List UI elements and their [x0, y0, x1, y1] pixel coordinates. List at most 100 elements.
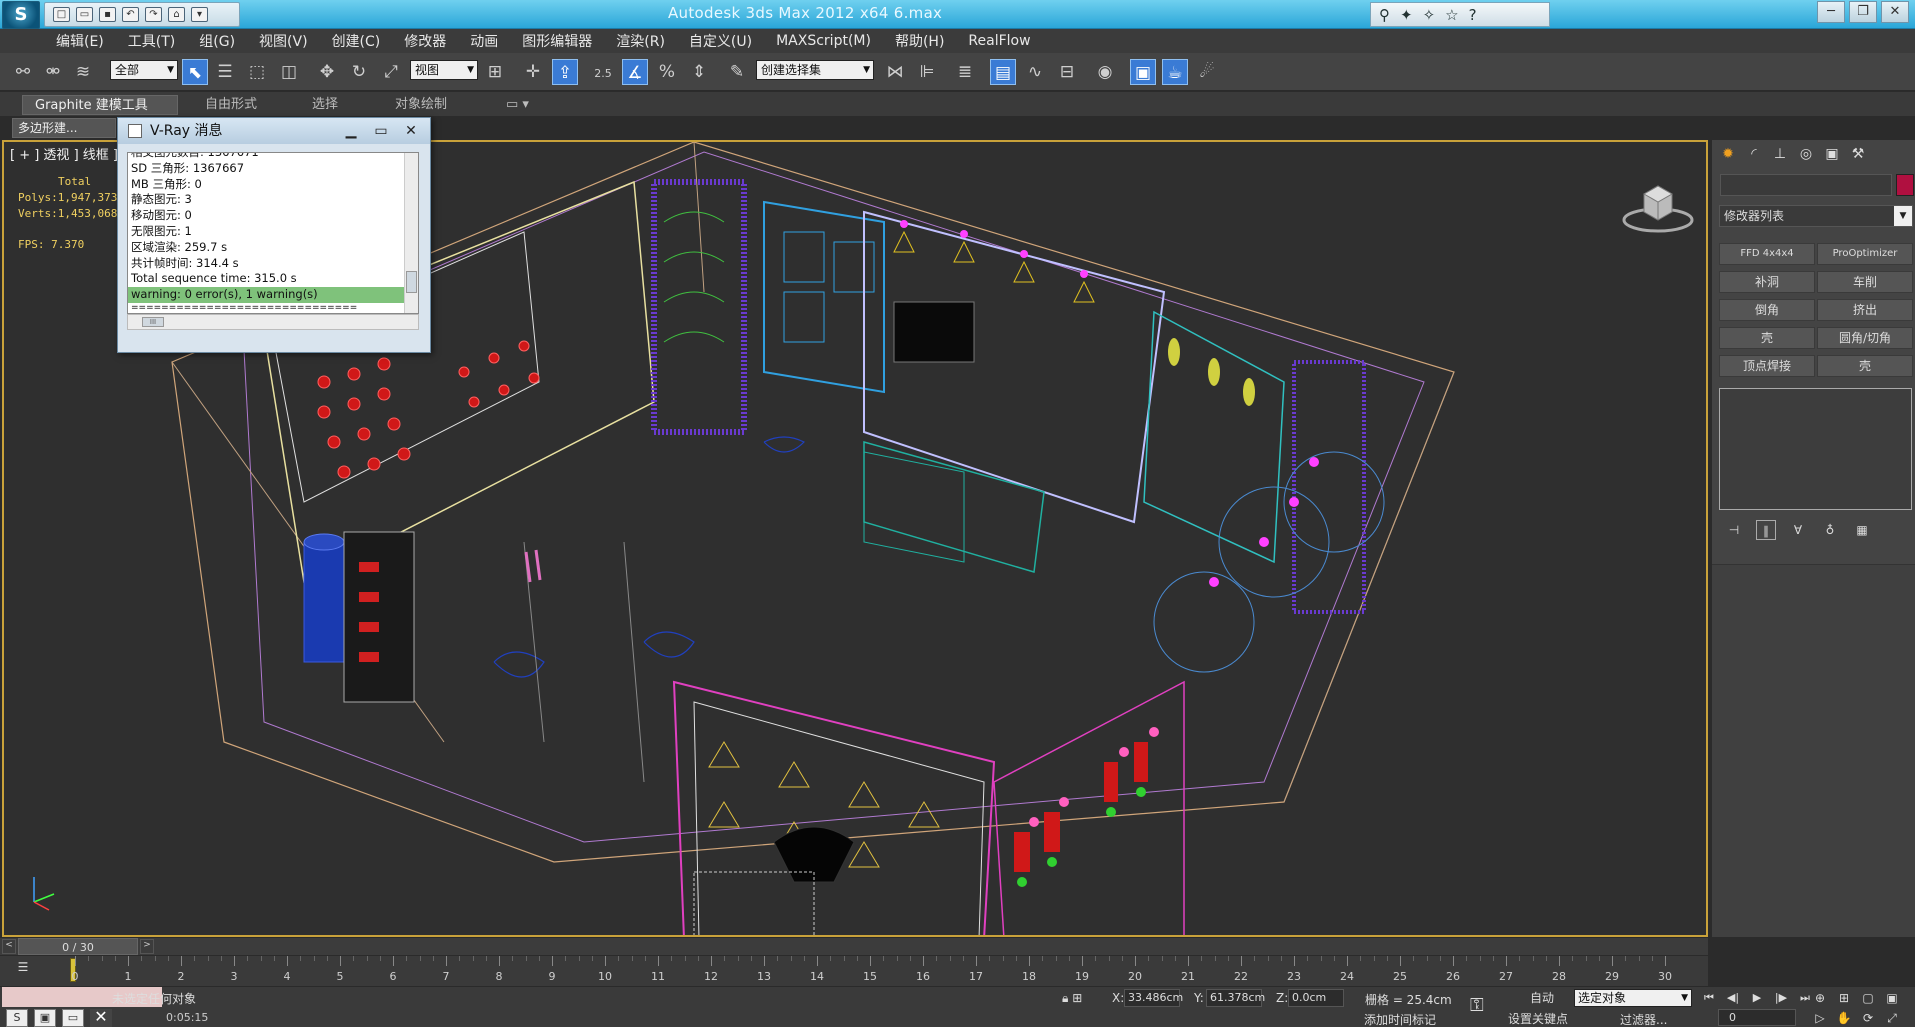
- current-frame-field[interactable]: 0: [1718, 1009, 1796, 1026]
- viewcube-icon[interactable]: [1622, 172, 1694, 234]
- pin-stack-icon[interactable]: ⊣: [1724, 520, 1744, 540]
- snaps-toggle-icon[interactable]: 2.5: [590, 59, 616, 85]
- keyboard-shortcut-toggle-icon[interactable]: ⇪: [552, 59, 578, 85]
- object-name-input[interactable]: [1720, 174, 1892, 196]
- track-bar[interactable]: ☰ 0 1 2 3 4 5 6 7 8 9 10 11 12 13 14 15 16 17 18 19 20 21 22 23…: [0, 956, 1708, 986]
- key-filters-button[interactable]: 过滤器...: [1620, 1011, 1667, 1027]
- vray-maximize-button[interactable]: ▭: [368, 121, 394, 141]
- zoom-extents-all-icon[interactable]: ▣: [1882, 989, 1902, 1007]
- modifier-button[interactable]: 倒角: [1719, 299, 1815, 321]
- modifier-list-dropdown[interactable]: 修改器列表 ▼: [1719, 205, 1913, 227]
- close-icon[interactable]: ✕: [90, 1008, 112, 1027]
- create-tab-icon[interactable]: ✹: [1718, 144, 1738, 164]
- set-key-icon[interactable]: ⚿: [1470, 995, 1484, 1016]
- menu-customize[interactable]: 自定义(U): [689, 31, 752, 51]
- menu-help[interactable]: 帮助(H): [895, 31, 944, 51]
- y-coordinate-field[interactable]: 61.378cm: [1206, 989, 1265, 1007]
- material-editor-icon[interactable]: ◉: [1092, 59, 1118, 85]
- vray-hscroll-thumb[interactable]: III: [142, 317, 164, 327]
- menu-create[interactable]: 创建(C): [332, 31, 381, 51]
- graphite-toggle-icon[interactable]: ▤: [990, 59, 1016, 85]
- field-of-view-icon[interactable]: ▷: [1810, 1009, 1830, 1027]
- select-rotate-icon[interactable]: ↻: [346, 59, 372, 85]
- tab-graphite-modeling[interactable]: Graphite 建模工具: [22, 95, 178, 115]
- pan-icon[interactable]: ✋: [1834, 1009, 1854, 1027]
- menu-tools[interactable]: 工具(T): [128, 31, 175, 51]
- schematic-view-icon[interactable]: ⊟: [1054, 59, 1080, 85]
- next-frame-icon[interactable]: >: [140, 939, 154, 954]
- app-logo-icon[interactable]: S: [2, 1, 40, 29]
- unlink-icon[interactable]: ⚮: [40, 59, 66, 85]
- next-frame-icon[interactable]: |▶: [1772, 989, 1790, 1007]
- bind-spacewarp-icon[interactable]: ≋: [70, 59, 96, 85]
- hierarchy-tab-icon[interactable]: ⊥: [1770, 144, 1790, 164]
- close-button[interactable]: ✕: [1881, 1, 1909, 23]
- menu-views[interactable]: 视图(V): [259, 31, 308, 51]
- communication-icon[interactable]: ✦: [1400, 6, 1413, 24]
- modifier-button[interactable]: 壳: [1817, 355, 1913, 377]
- mini-curve-editor-icon[interactable]: ☰: [12, 960, 34, 978]
- time-slider-thumb[interactable]: 0 / 30: [18, 938, 138, 955]
- modifier-button[interactable]: 壳: [1719, 327, 1815, 349]
- menu-animation[interactable]: 动画: [470, 31, 498, 51]
- project-folder-icon[interactable]: ⌂: [168, 7, 185, 22]
- menu-realflow[interactable]: RealFlow: [968, 33, 1030, 49]
- goto-start-icon[interactable]: ⏮: [1700, 989, 1718, 1007]
- layer-manager-icon[interactable]: ≣: [952, 59, 978, 85]
- window-crossing-icon[interactable]: ◫: [276, 59, 302, 85]
- modifier-button[interactable]: 圆角/切角: [1817, 327, 1913, 349]
- z-coordinate-field[interactable]: 0.0cm: [1288, 989, 1344, 1007]
- tab-selection[interactable]: 选择: [300, 95, 350, 115]
- menu-modifiers[interactable]: 修改器: [404, 31, 446, 51]
- restore-button[interactable]: ❐: [1849, 1, 1877, 23]
- menu-group[interactable]: 组(G): [199, 31, 235, 51]
- window-single-icon[interactable]: ▭: [62, 1008, 84, 1027]
- maximize-viewport-icon[interactable]: ⤢: [1882, 1009, 1902, 1027]
- link-icon[interactable]: ⚯: [10, 59, 36, 85]
- modifier-button[interactable]: 车削: [1817, 271, 1913, 293]
- pivot-center-icon[interactable]: ⊞: [482, 59, 508, 85]
- modifier-button[interactable]: ProOptimizer: [1817, 243, 1913, 265]
- modifier-button[interactable]: FFD 4x4x4: [1719, 243, 1815, 265]
- auto-key-button[interactable]: 自动: [1512, 989, 1572, 1007]
- configure-sets-icon[interactable]: ▦: [1852, 520, 1872, 540]
- add-time-tag-button[interactable]: 添加时间标记: [1364, 1011, 1436, 1027]
- open-file-icon[interactable]: ▭: [76, 7, 93, 22]
- render-production-icon[interactable]: ☄: [1194, 59, 1220, 85]
- edit-named-selection-icon[interactable]: ✎: [724, 59, 750, 85]
- key-filter-dropdown[interactable]: 选定对象 ▼: [1574, 989, 1692, 1007]
- select-move-icon[interactable]: ✥: [314, 59, 340, 85]
- select-by-name-icon[interactable]: ☰: [212, 59, 238, 85]
- vray-minimize-button[interactable]: ▁: [338, 121, 364, 141]
- vray-horizontal-scrollbar[interactable]: III: [127, 314, 419, 330]
- set-key-button[interactable]: 设置关键点: [1508, 1010, 1568, 1027]
- prev-frame-icon[interactable]: <: [2, 939, 16, 954]
- select-manipulate-icon[interactable]: ✛: [520, 59, 546, 85]
- named-selection-dropdown[interactable]: 创建选择集 ▼: [756, 60, 874, 80]
- new-file-icon[interactable]: □: [53, 7, 70, 22]
- align-icon[interactable]: ⊫: [914, 59, 940, 85]
- modifier-button[interactable]: 顶点焊接: [1719, 355, 1815, 377]
- dropdown-chevron-icon[interactable]: ▾: [191, 7, 208, 22]
- display-tab-icon[interactable]: ▣: [1822, 144, 1842, 164]
- save-file-icon[interactable]: ▪: [99, 7, 116, 22]
- modifier-button[interactable]: 补洞: [1719, 271, 1815, 293]
- make-unique-icon[interactable]: ∀: [1788, 520, 1808, 540]
- remove-modifier-icon[interactable]: ♁: [1820, 520, 1840, 540]
- prev-frame-icon[interactable]: ◀|: [1724, 989, 1742, 1007]
- menu-graph-editors[interactable]: 图形编辑器: [522, 31, 592, 51]
- x-coordinate-field[interactable]: 33.486cm: [1124, 989, 1183, 1007]
- utilities-tab-icon[interactable]: ⚒: [1848, 144, 1868, 164]
- play-icon[interactable]: ▶: [1748, 989, 1766, 1007]
- modifier-button[interactable]: 挤出: [1817, 299, 1913, 321]
- vray-vertical-scrollbar[interactable]: [404, 153, 418, 313]
- selection-filter-dropdown[interactable]: 全部 ▼: [110, 60, 178, 80]
- vray-log-list[interactable]: 相交图元数目: 1367671 SD 三角形: 1367667 MB 三角形: …: [127, 152, 419, 314]
- rect-selection-region-icon[interactable]: ⬚: [244, 59, 270, 85]
- show-end-result-icon[interactable]: ∥: [1756, 520, 1776, 540]
- viewport-label[interactable]: [ + ] 透视 ] 线框 ]: [10, 144, 118, 163]
- zoom-extents-icon[interactable]: ▢: [1858, 989, 1878, 1007]
- select-object-icon[interactable]: ⬉: [182, 59, 208, 85]
- redo-icon[interactable]: ↷: [145, 7, 162, 22]
- help-icon[interactable]: ?: [1469, 6, 1477, 24]
